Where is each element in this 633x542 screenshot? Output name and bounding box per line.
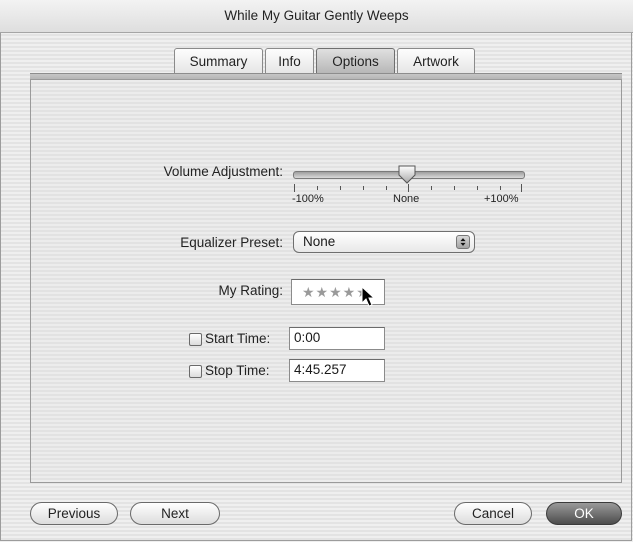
- ok-button[interactable]: OK: [546, 502, 622, 525]
- tab-summary[interactable]: Summary: [174, 48, 263, 73]
- rating-stars[interactable]: ★★★★★: [302, 282, 370, 302]
- volume-min-label: -100%: [292, 193, 324, 205]
- cancel-button[interactable]: Cancel: [454, 502, 532, 525]
- mouse-pointer-icon: [361, 286, 376, 307]
- tab-options[interactable]: Options: [316, 48, 395, 73]
- volume-adjustment-label: Volume Adjustment:: [163, 164, 283, 179]
- stop-time-label: Stop Time:: [205, 363, 270, 378]
- volume-max-label: +100%: [484, 193, 519, 205]
- next-button[interactable]: Next: [130, 502, 220, 525]
- previous-button[interactable]: Previous: [30, 502, 118, 525]
- equalizer-preset-popup[interactable]: None: [293, 231, 475, 253]
- stop-time-checkbox[interactable]: [189, 365, 202, 378]
- equalizer-preset-value: None: [303, 234, 336, 249]
- window-title: While My Guitar Gently Weeps: [0, 0, 633, 33]
- tab-info[interactable]: Info: [265, 48, 314, 73]
- start-time-checkbox[interactable]: [189, 333, 202, 346]
- start-time-field[interactable]: 0:00: [289, 327, 385, 350]
- my-rating-label: My Rating:: [218, 283, 283, 298]
- start-time-label: Start Time:: [205, 331, 271, 346]
- tab-artwork[interactable]: Artwork: [397, 48, 475, 73]
- volume-slider-thumb[interactable]: [397, 164, 417, 184]
- stop-time-field[interactable]: 4:45.257: [289, 359, 385, 382]
- equalizer-preset-label: Equalizer Preset:: [180, 235, 283, 250]
- volume-mid-label: None: [393, 193, 420, 205]
- up-down-arrows-icon: [456, 235, 470, 249]
